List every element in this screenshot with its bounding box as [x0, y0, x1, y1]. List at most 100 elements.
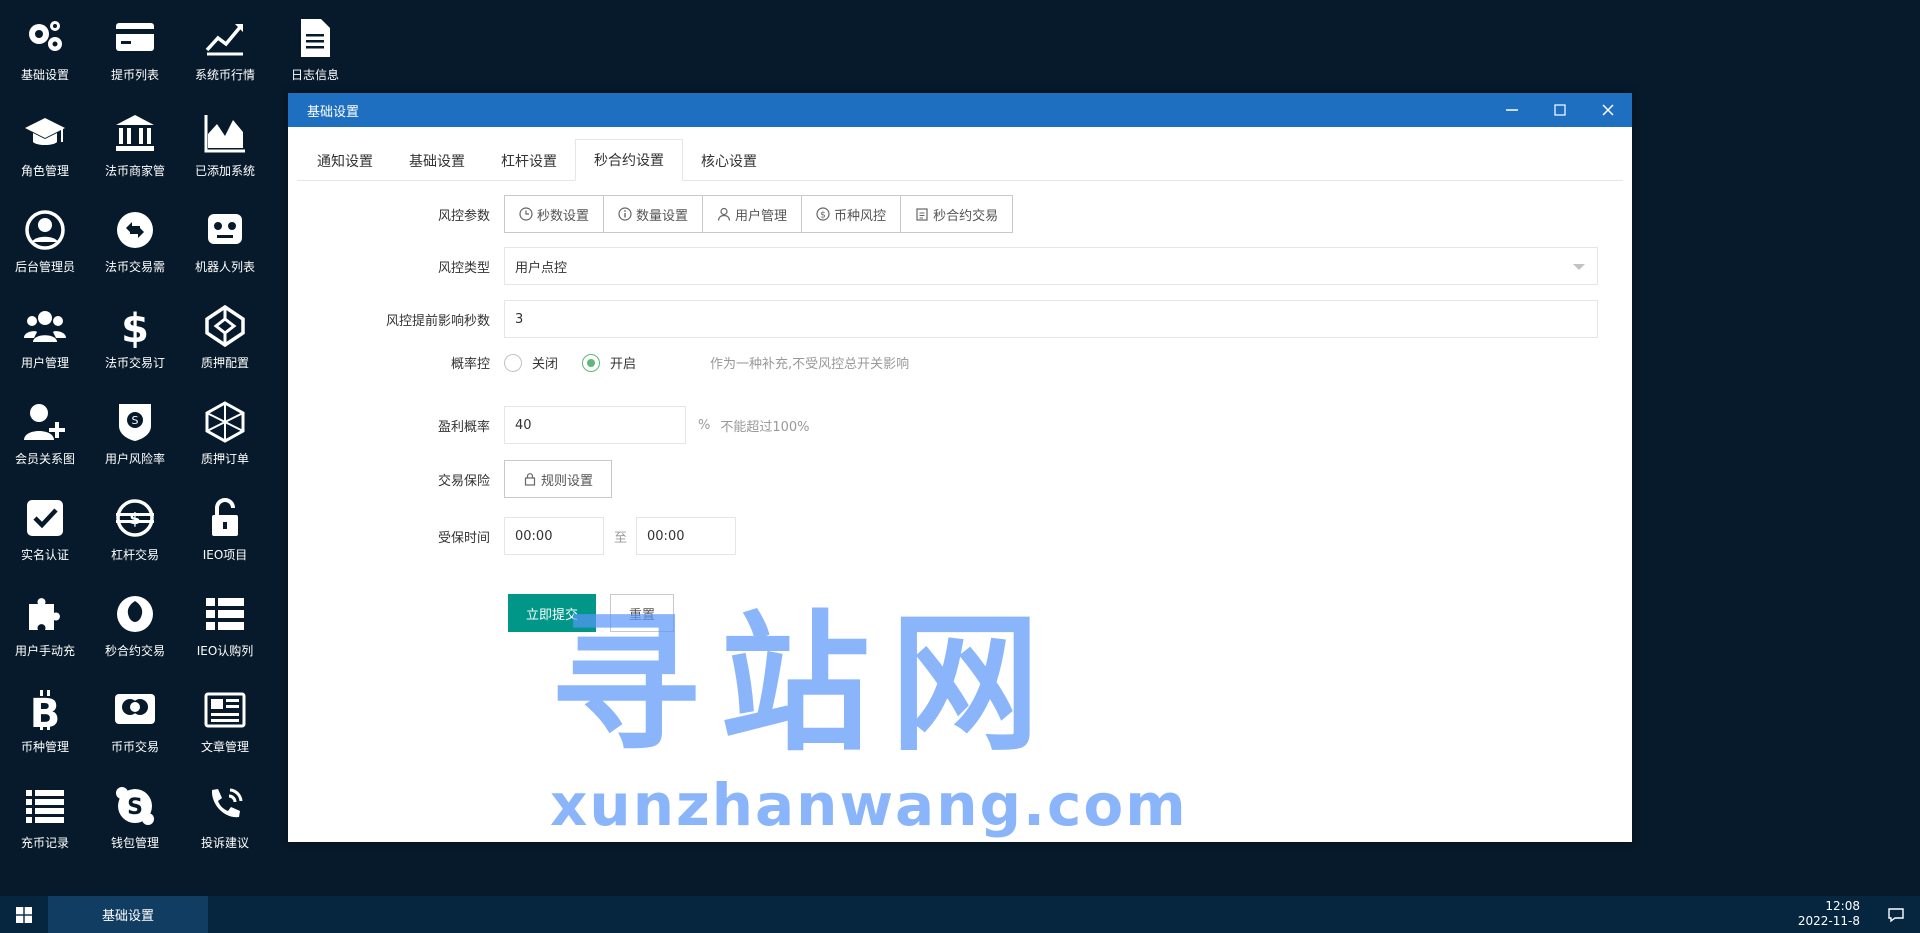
- desktop-icon[interactable]: B 币种管理: [0, 672, 90, 762]
- tab-second-contract[interactable]: 秒合约设置: [575, 139, 683, 181]
- desktop-icon[interactable]: 用户手动充: [0, 576, 90, 666]
- desktop-icon[interactable]: 用户管理: [0, 288, 90, 378]
- desktop-icon[interactable]: 实名认证: [0, 480, 90, 570]
- advance-seconds-input[interactable]: 3: [504, 300, 1598, 338]
- users-icon: [19, 300, 71, 352]
- svg-text:$: $: [129, 509, 140, 528]
- desktop-icon[interactable]: 日志信息: [270, 0, 360, 90]
- user-manage-label: 用户管理: [735, 208, 788, 224]
- list-icon: [199, 588, 251, 640]
- desktop-icon[interactable]: $ 杠杆交易: [90, 480, 180, 570]
- tab-basic[interactable]: 基础设置: [391, 140, 483, 181]
- submit-button[interactable]: 立即提交: [508, 594, 597, 632]
- desktop-icon[interactable]: 提币列表: [90, 0, 180, 90]
- desktop-icon[interactable]: 后台管理员: [0, 192, 90, 282]
- desktop-icon[interactable]: 法币交易需: [90, 192, 180, 282]
- desktop-icon-label: 已添加系统: [194, 164, 255, 178]
- minimize-button[interactable]: [1488, 93, 1536, 127]
- desktop-icon[interactable]: 机器人列表: [180, 192, 270, 282]
- desktop-icon[interactable]: 基础设置: [0, 0, 90, 90]
- quantity-settings-label: 数量设置: [636, 208, 689, 224]
- quantity-settings-button[interactable]: 数量设置: [604, 196, 704, 232]
- windows-logo-icon: [16, 906, 32, 923]
- desktop-icon-label: 质押配置: [200, 356, 249, 370]
- coin-risk-button[interactable]: $ 币种风控: [802, 196, 902, 232]
- taskbar-clock[interactable]: 12:08 2022-11-8: [1798, 899, 1860, 929]
- prob-on-radio[interactable]: 开启: [582, 353, 636, 372]
- desktop-icon-label: 用户手动充: [14, 644, 75, 658]
- profit-prob-unit: %: [698, 417, 711, 433]
- desktop-icon-label: 币种管理: [20, 740, 69, 754]
- desktop-icon[interactable]: 充币记录: [0, 768, 90, 858]
- tab-leverage[interactable]: 杠杆设置: [483, 140, 575, 181]
- newspaper-icon: [199, 684, 251, 736]
- desktop-icon[interactable]: 质押订单: [180, 384, 270, 474]
- protect-time-from-input[interactable]: 00:00: [504, 517, 604, 555]
- desktop-icon[interactable]: 文章管理: [180, 672, 270, 762]
- user-plus-icon: [19, 396, 71, 448]
- protect-time-to-input[interactable]: 00:00: [636, 517, 737, 555]
- taskbar: 基础设置 12:08 2022-11-8: [0, 896, 1920, 933]
- desktop-icon-label: 法币交易需: [104, 260, 165, 274]
- close-button[interactable]: [1584, 93, 1632, 127]
- desktop-icon[interactable]: IEO项目: [180, 480, 270, 570]
- desktop-icon[interactable]: S 用户风险率: [90, 384, 180, 474]
- desktop-icon-label: 币币交易: [110, 740, 159, 754]
- desktop-icon[interactable]: 会员关系图: [0, 384, 90, 474]
- notification-icon[interactable]: [1886, 905, 1906, 925]
- desktop-icon[interactable]: IEO认购列: [180, 576, 270, 666]
- risk-type-label: 风控类型: [437, 260, 490, 276]
- window-title: 基础设置: [307, 104, 360, 120]
- desktop-icon[interactable]: 投诉建议: [180, 768, 270, 858]
- desktop-icon[interactable]: 质押配置: [180, 288, 270, 378]
- maximize-button[interactable]: [1536, 93, 1584, 127]
- desktop-icon-label: 后台管理员: [14, 260, 75, 274]
- rule-settings-button[interactable]: 规则设置: [504, 460, 613, 498]
- user-manage-button[interactable]: 用户管理: [703, 196, 803, 232]
- tab-core[interactable]: 核心设置: [683, 140, 775, 181]
- profit-prob-input[interactable]: 40: [504, 406, 686, 444]
- shield-coin-icon: S: [109, 396, 161, 448]
- advance-seconds-value: 3: [515, 311, 524, 327]
- settings-window: 基础设置 通知设置 基础设置 杠杆设置 秒合约设置 核心设置 风控参数 秒数设置…: [288, 93, 1632, 842]
- insurance-label: 交易保险: [437, 473, 490, 489]
- profit-prob-label: 盈利概率: [437, 419, 490, 435]
- desktop-icon[interactable]: 秒合约交易: [90, 576, 180, 666]
- svg-text:S: S: [132, 414, 139, 427]
- seconds-settings-button[interactable]: 秒数设置: [505, 196, 605, 232]
- reset-button[interactable]: 重置: [610, 594, 675, 632]
- start-button[interactable]: [0, 896, 48, 933]
- desktop-icon[interactable]: $ 法币交易订: [90, 288, 180, 378]
- graduation-cap-icon: [19, 108, 71, 160]
- risk-type-select[interactable]: 用户点控: [504, 247, 1598, 285]
- unlock-icon: [199, 492, 251, 544]
- second-contract-trade-button[interactable]: 秒合约交易: [901, 196, 1013, 232]
- desktop-icon-label: IEO认购列: [196, 644, 254, 658]
- desktop-icon[interactable]: 角色管理: [0, 96, 90, 186]
- window-titlebar[interactable]: 基础设置: [288, 93, 1632, 127]
- desktop-icon[interactable]: 币币交易: [90, 672, 180, 762]
- chevron-down-icon: [1573, 264, 1585, 270]
- coin-icon: $: [816, 207, 830, 221]
- prob-off-radio[interactable]: 关闭: [504, 353, 558, 372]
- desktop-icon[interactable]: S 钱包管理: [90, 768, 180, 858]
- desktop-icon-label: 杠杆交易: [110, 548, 159, 562]
- taskbar-item-settings[interactable]: 基础设置: [48, 896, 208, 933]
- desktop-icon[interactable]: 系统币行情: [180, 0, 270, 90]
- desktop-icon[interactable]: 已添加系统: [180, 96, 270, 186]
- desktop-icon-label: 系统币行情: [194, 68, 255, 82]
- prob-off-label: 关闭: [532, 357, 559, 372]
- desktop-icon-label: 用户管理: [20, 356, 69, 370]
- svg-text:$: $: [121, 306, 149, 348]
- close-icon: [1602, 104, 1614, 116]
- desktop-icon-label: 文章管理: [200, 740, 249, 754]
- desktop-icon-label: 机器人列表: [194, 260, 255, 274]
- desktop-icon[interactable]: 法币商家管: [90, 96, 180, 186]
- desktop-icon-label: 充币记录: [20, 836, 69, 850]
- desktop-icon-label: 基础设置: [20, 68, 69, 82]
- clock-time: 12:08: [1825, 899, 1860, 913]
- globe-coin-icon: $: [109, 492, 161, 544]
- tab-notify[interactable]: 通知设置: [299, 140, 391, 181]
- desktop-icon-label: 法币商家管: [104, 164, 165, 178]
- clock-date: 2022-11-8: [1797, 914, 1860, 928]
